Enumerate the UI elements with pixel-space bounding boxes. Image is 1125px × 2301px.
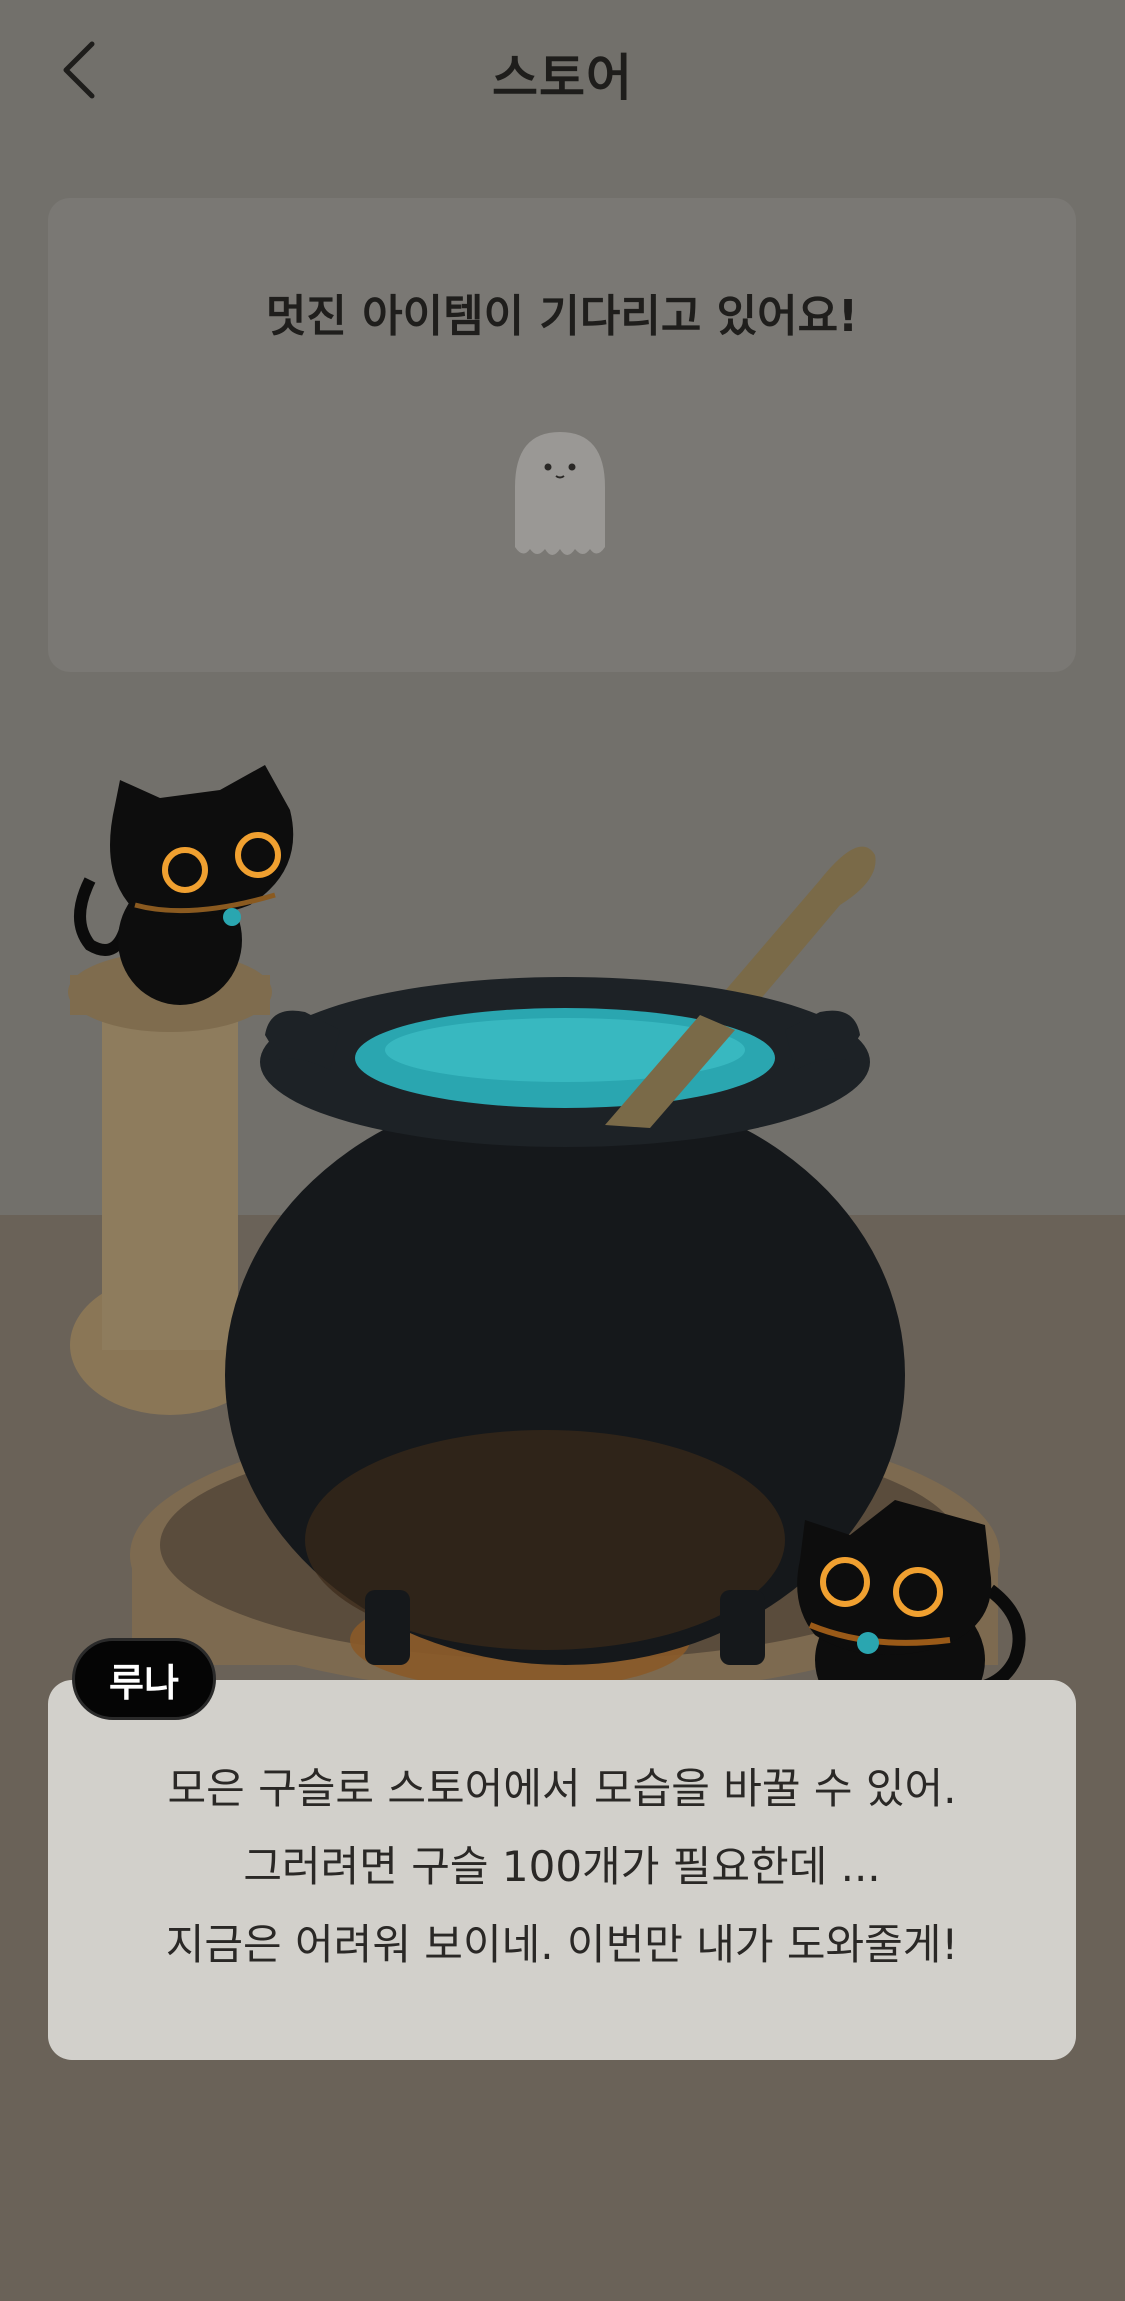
store-screen: 스토어 멋진 아이템이 기다리고 있어요! 모은 구슬로 스토어에서 모습을 바… <box>0 0 1125 2301</box>
dialog-line: 지금은 어려워 보이네. 이번만 내가 도와줄게! <box>165 1920 959 1969</box>
item-card-message: 멋진 아이템이 기다리고 있어요! <box>265 291 859 342</box>
dialog-text: 모은 구슬로 스토어에서 모습을 바꿀 수 있어. 그러려면 구슬 100개가 … <box>48 1750 1076 1984</box>
page-title: 스토어 <box>492 49 633 107</box>
header: 스토어 <box>0 0 1125 150</box>
ghost-icon <box>515 432 605 555</box>
speaker-name-tag: 루나 <box>72 1638 216 1720</box>
dialog-box[interactable]: 모은 구슬로 스토어에서 모습을 바꿀 수 있어. 그러려면 구슬 100개가 … <box>48 1680 1076 2060</box>
dialog-line: 그러려면 구슬 100개가 필요한데 ... <box>243 1842 881 1891</box>
dialog-line: 모은 구슬로 스토어에서 모습을 바꿀 수 있어. <box>167 1764 957 1813</box>
